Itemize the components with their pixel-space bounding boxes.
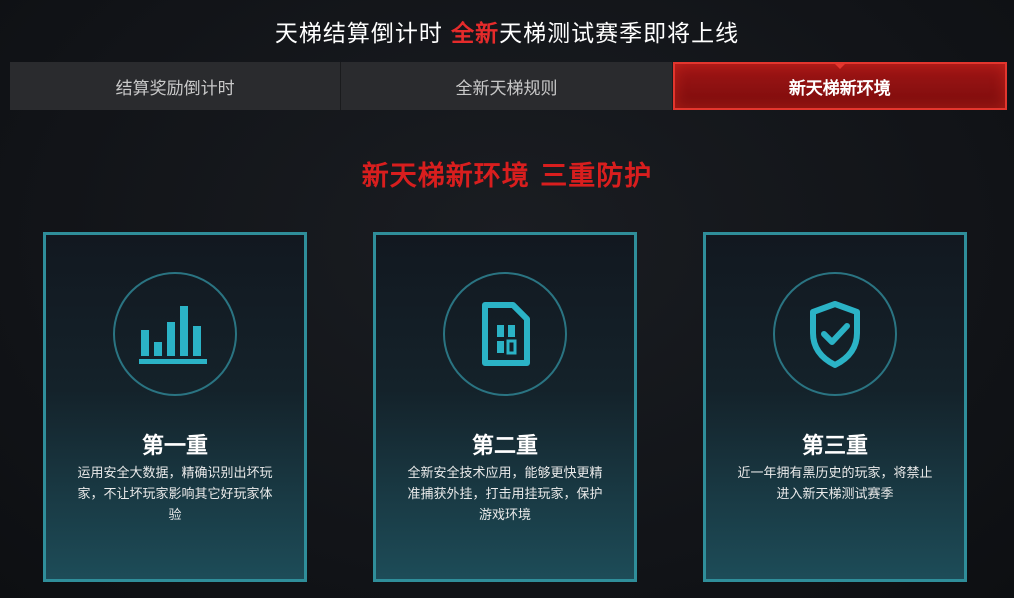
card-title: 第一重 — [141, 434, 208, 459]
card-description: 全新安全技术应用，能够更快更精准捕获外挂，打击用挂玩家，保护游戏环境 — [407, 466, 603, 523]
icon-circle — [443, 272, 567, 396]
tab-new-environment[interactable]: 新天梯新环境 — [672, 62, 1007, 110]
icon-circle — [113, 272, 237, 396]
card-title: 第二重 — [471, 434, 538, 459]
sim-card-icon — [482, 302, 530, 366]
active-tab-notch — [833, 63, 846, 69]
tab-settlement-countdown[interactable]: 结算奖励倒计时 — [10, 62, 342, 110]
bar-chart-icon — [139, 306, 207, 364]
card-title: 第三重 — [801, 434, 868, 459]
headline-part1: 天梯结算倒计时 — [274, 21, 443, 47]
tab-new-environment-label: 新天梯新环境 — [788, 78, 891, 99]
tab-new-ladder-rules[interactable]: 全新天梯规则 — [341, 62, 673, 110]
protection-card-3: 第三重 近一年拥有黑历史的玩家，将禁止进入新天梯测试赛季 — [703, 232, 967, 582]
shield-check-icon — [810, 301, 860, 368]
tab-bar: 结算奖励倒计时 全新天梯规则 新天梯新环境 — [10, 62, 1007, 110]
headline-part2: 天梯测试赛季即将上线 — [499, 21, 740, 47]
headline-highlight: 全新 — [451, 21, 500, 47]
section-title: 新天梯新环境 三重防护 — [361, 161, 653, 192]
protection-card-2: 第二重 全新安全技术应用，能够更快更精准捕获外挂，打击用挂玩家，保护游戏环境 — [373, 232, 637, 582]
protection-card-1: 第一重 运用安全大数据，精确识别出坏玩家，不让坏玩家影响其它好玩家体验 — [43, 232, 307, 582]
card-description: 运用安全大数据，精确识别出坏玩家，不让坏玩家影响其它好玩家体验 — [77, 466, 273, 523]
page-headline: 天梯结算倒计时 全新天梯测试赛季即将上线 — [0, 14, 1014, 48]
icon-circle — [773, 272, 897, 396]
card-description: 近一年拥有黑历史的玩家，将禁止进入新天梯测试赛季 — [737, 466, 933, 502]
